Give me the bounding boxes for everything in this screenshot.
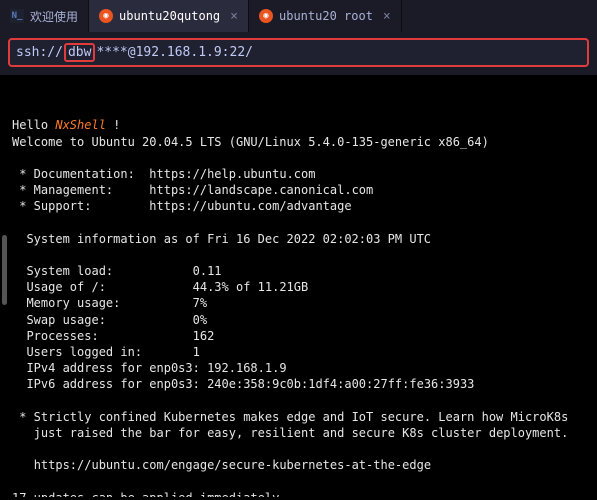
stat-disk-value: 44.3% of 11.21GB	[193, 280, 309, 294]
stat-proc-value: 162	[193, 329, 215, 343]
sysinfo-header: System information as of Fri 16 Dec 2022…	[12, 232, 431, 246]
stat-swap-value: 0%	[193, 313, 207, 327]
stat-load-value: 0.11	[193, 264, 222, 278]
stat-ipv4-value: 192.168.1.9	[207, 361, 286, 375]
tab-label: ubuntu20qutong	[119, 9, 220, 23]
updates-line-1: 17 updates can be applied immediately.	[12, 491, 287, 497]
welcome-line: Welcome to Ubuntu 20.04.5 LTS (GNU/Linux…	[12, 135, 489, 149]
mgmt-label: * Management:	[12, 183, 149, 197]
brand-name: NxShell	[55, 118, 106, 132]
mgmt-url: https://landscape.canonical.com	[149, 183, 373, 197]
app-icon: N_	[10, 9, 24, 23]
stat-disk-label: Usage of /:	[12, 280, 193, 294]
address-suffix: ****@192.168.1.9:22/	[96, 45, 253, 60]
supp-label: * Support:	[12, 199, 149, 213]
tab-bar: N_ 欢迎使用 ◉ ubuntu20qutong × ◉ ubuntu20 ro…	[0, 0, 597, 32]
close-icon[interactable]: ×	[230, 9, 238, 24]
stat-users-label: Users logged in:	[12, 345, 193, 359]
close-icon[interactable]: ×	[383, 9, 391, 24]
hello-suffix: !	[106, 118, 120, 132]
stat-ipv6-label: IPv6 address for enp0s3:	[12, 377, 207, 391]
address-prefix: ssh://	[16, 45, 63, 60]
tab-label: ubuntu20 root	[279, 9, 373, 23]
tab-welcome[interactable]: N_ 欢迎使用	[0, 0, 89, 32]
terminal-output[interactable]: Hello NxShell ! Welcome to Ubuntu 20.04.…	[0, 75, 597, 497]
ubuntu-icon: ◉	[99, 9, 113, 23]
stat-ipv6-value: 240e:358:9c0b:1df4:a00:27ff:fe36:3933	[207, 377, 474, 391]
microk8s-line-1: * Strictly confined Kubernetes makes edg…	[12, 410, 568, 424]
stat-ipv4-label: IPv4 address for enp0s3:	[12, 361, 207, 375]
stat-users-value: 1	[193, 345, 200, 359]
scrollbar[interactable]	[2, 235, 7, 305]
stat-mem-value: 7%	[193, 296, 207, 310]
ubuntu-icon: ◉	[259, 9, 273, 23]
address-username-highlight: dbw	[64, 43, 95, 62]
tab-ubuntu20qutong[interactable]: ◉ ubuntu20qutong ×	[89, 0, 249, 32]
address-bar[interactable]: ssh:// dbw ****@192.168.1.9:22/	[8, 38, 589, 67]
supp-url: https://ubuntu.com/advantage	[149, 199, 351, 213]
tab-ubuntu20-root[interactable]: ◉ ubuntu20 root ×	[249, 0, 402, 32]
stat-swap-label: Swap usage:	[12, 313, 193, 327]
tab-label: 欢迎使用	[30, 8, 78, 25]
stat-load-label: System load:	[12, 264, 193, 278]
doc-url: https://help.ubuntu.com	[149, 167, 315, 181]
doc-label: * Documentation:	[12, 167, 149, 181]
stat-mem-label: Memory usage:	[12, 296, 193, 310]
stat-proc-label: Processes:	[12, 329, 193, 343]
address-bar-container: ssh:// dbw ****@192.168.1.9:22/	[0, 32, 597, 75]
hello-prefix: Hello	[12, 118, 55, 132]
microk8s-url: https://ubuntu.com/engage/secure-kuberne…	[12, 458, 431, 472]
microk8s-line-2: just raised the bar for easy, resilient …	[12, 426, 568, 440]
